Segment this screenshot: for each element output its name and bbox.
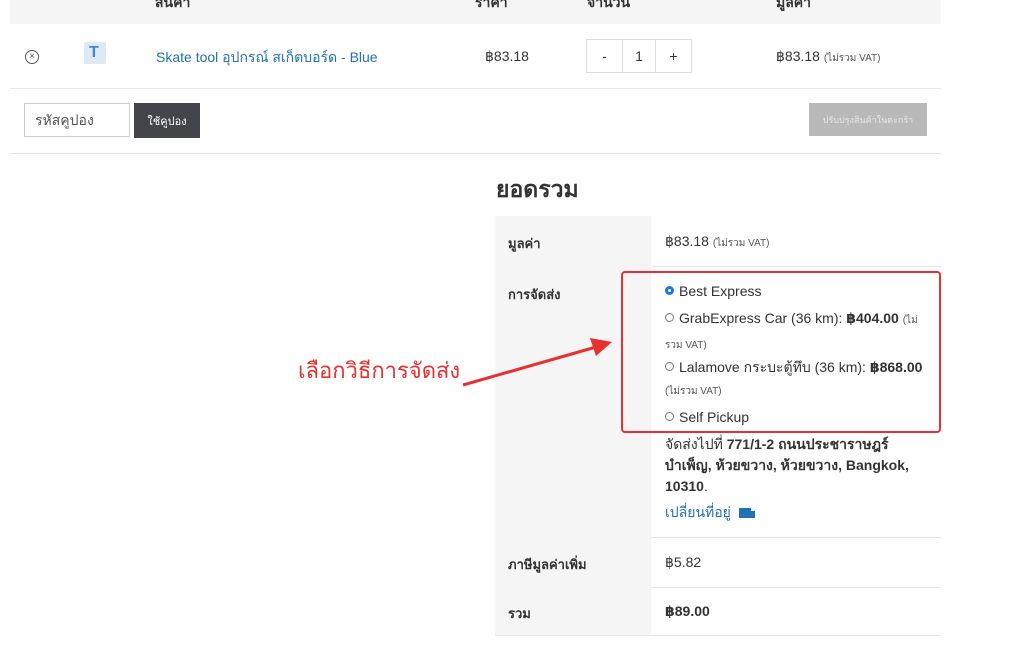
annotation-arrow-icon xyxy=(462,338,612,387)
